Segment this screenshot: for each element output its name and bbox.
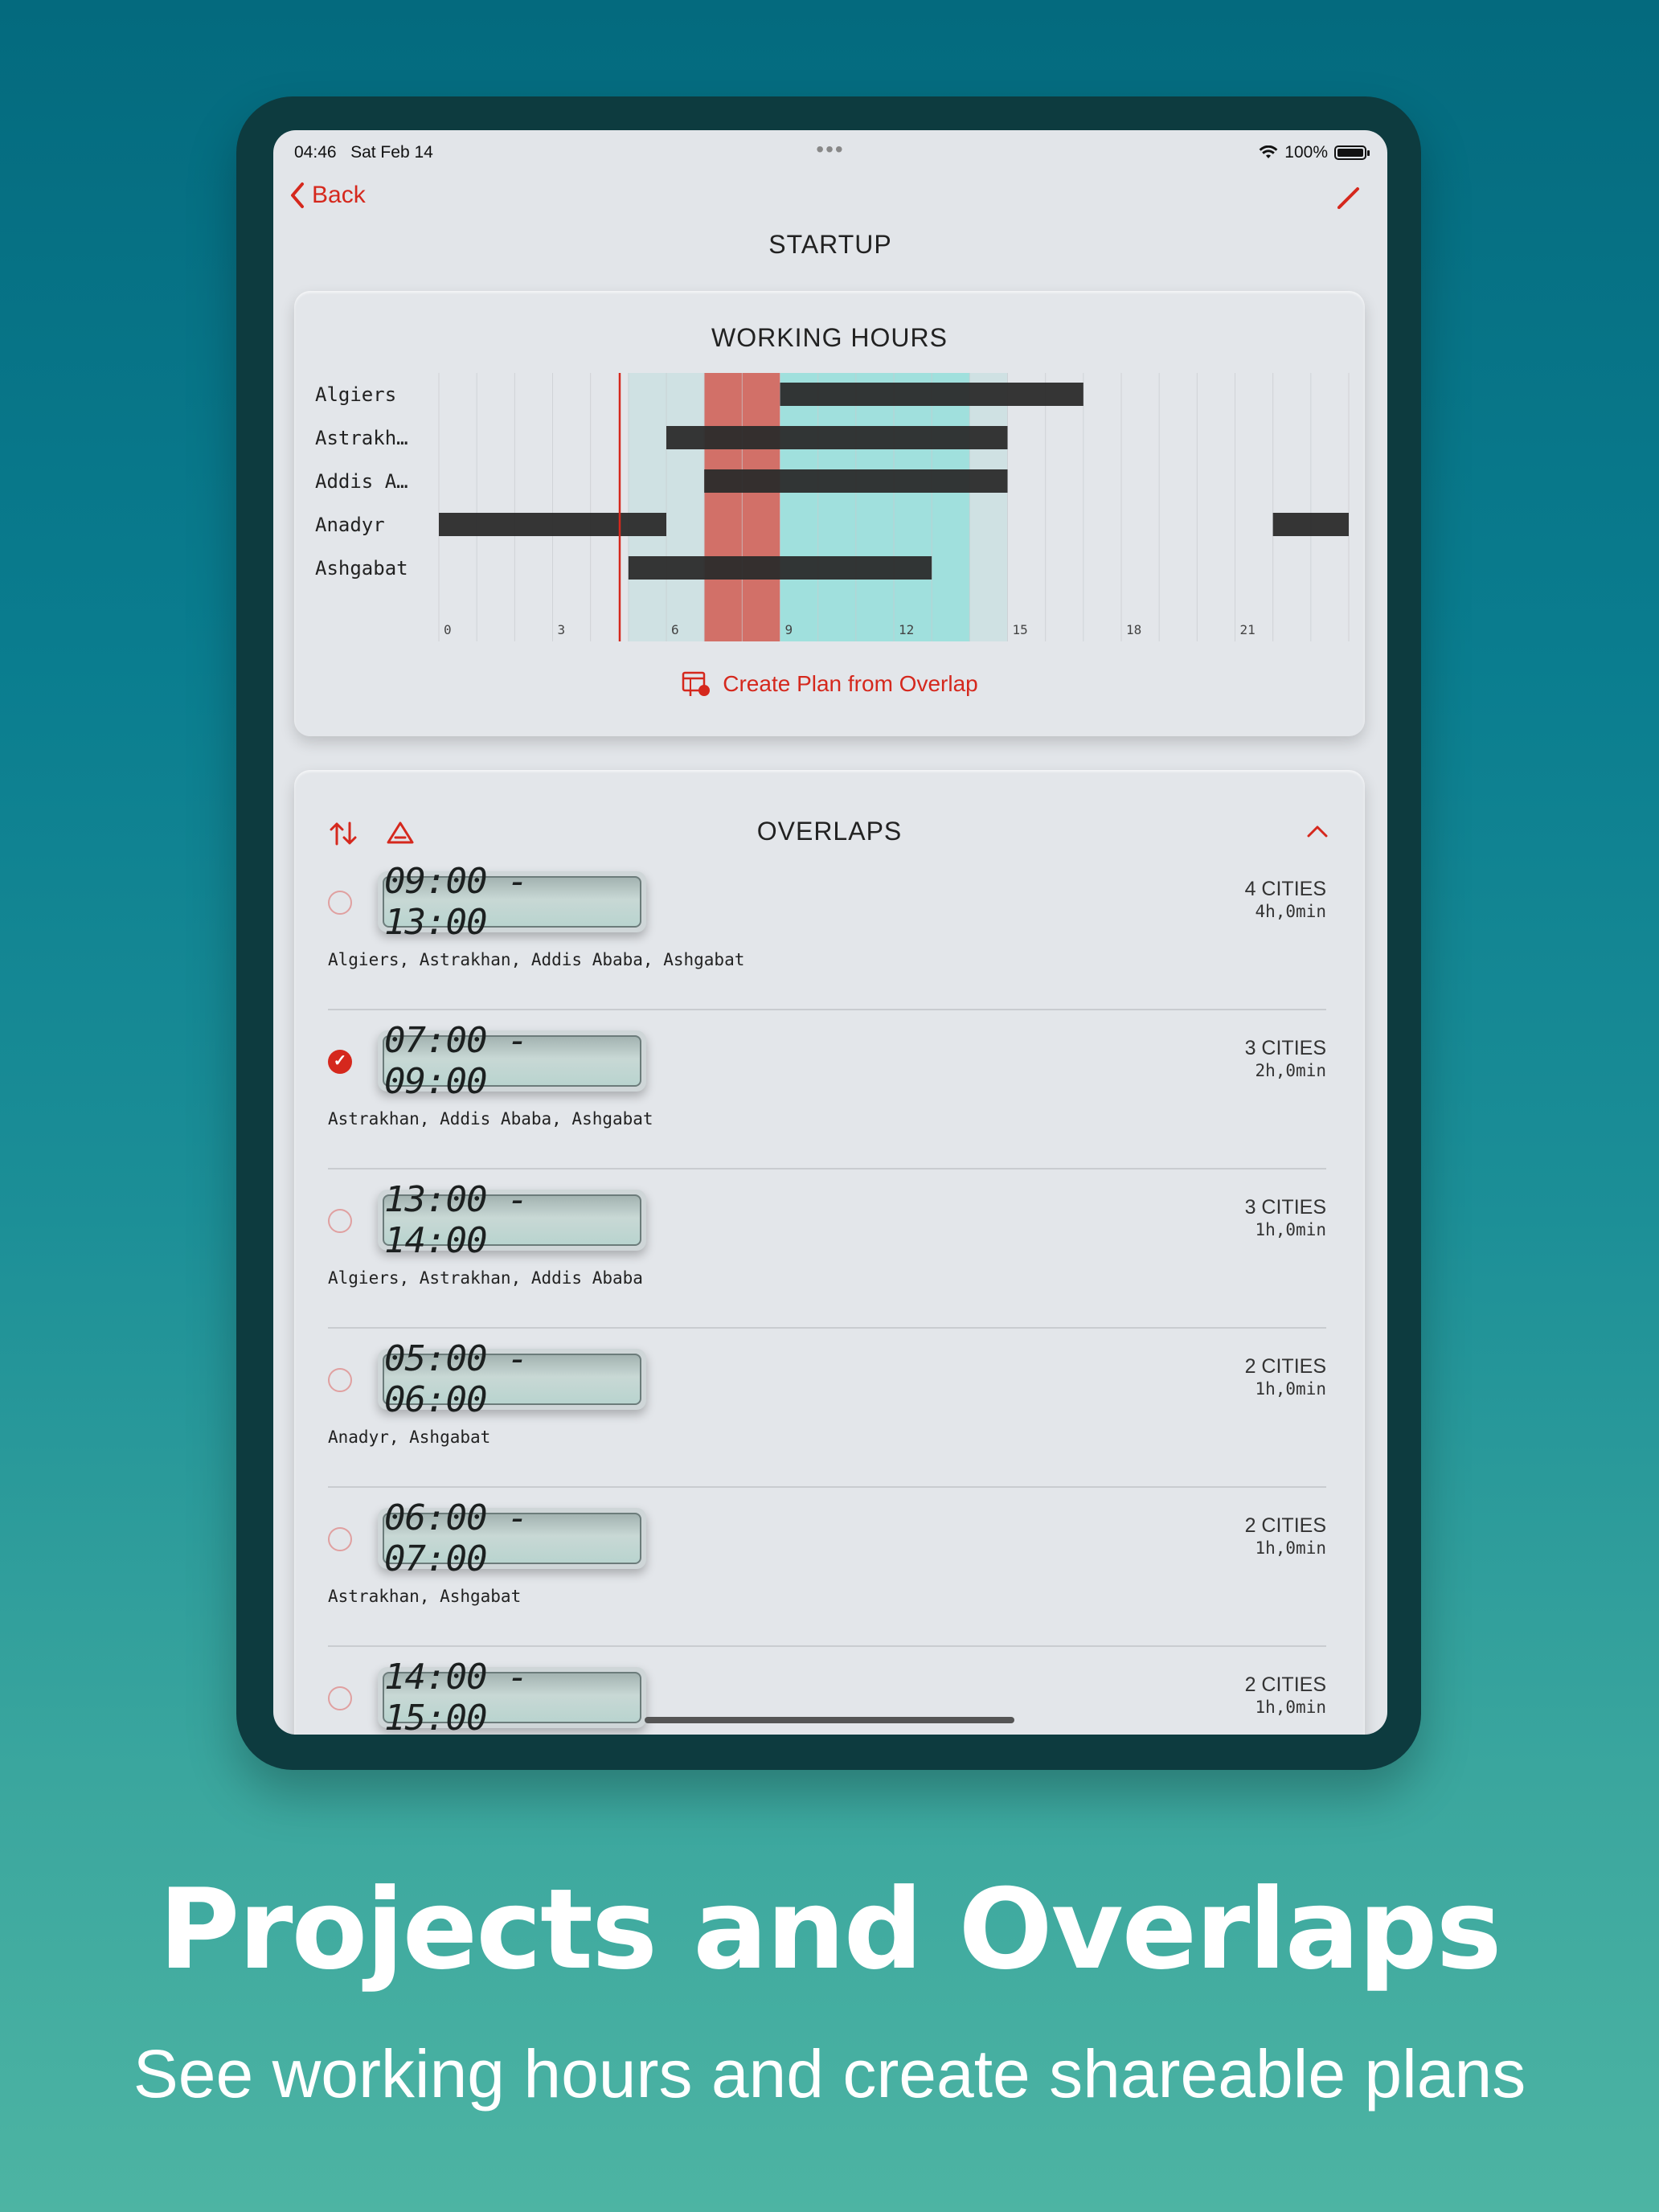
- time-range-display: 09:00 - 13:00: [378, 861, 646, 943]
- city-label: Anadyr: [315, 514, 385, 536]
- multitask-dots-icon[interactable]: •••: [816, 137, 844, 162]
- overlap-duration: 2h,0min: [1255, 1061, 1326, 1080]
- overlap-duration: 1h,0min: [1255, 1379, 1326, 1399]
- select-radio[interactable]: [328, 1209, 352, 1233]
- city-names: Anadyr, Ashgabat: [328, 1428, 491, 1447]
- overlap-row[interactable]: 07:00 - 09:00 3 CITIES 2h,0min Astrakhan, A…: [328, 1020, 1326, 1191]
- time-range: 14:00 - 15:00: [383, 1657, 641, 1735]
- back-chevron-icon: [291, 182, 304, 208]
- overlap-window-shade: [780, 373, 970, 641]
- city-names: Algiers, Astrakhan, Addis Ababa: [328, 1268, 643, 1288]
- city-names: Astrakhan, Addis Ababa, Ashgabat: [328, 1109, 653, 1129]
- back-label: Back: [312, 182, 366, 208]
- row-divider: [328, 1645, 1326, 1647]
- city-label: Astrakh…: [315, 427, 408, 449]
- working-hours-bar: [628, 556, 932, 580]
- select-radio[interactable]: [328, 891, 352, 915]
- time-range: 13:00 - 14:00: [383, 1179, 641, 1261]
- time-range-display: 06:00 - 07:00: [378, 1497, 646, 1579]
- x-tick-label: 0: [444, 622, 452, 637]
- city-count: 2 CITIES: [1244, 1514, 1326, 1537]
- select-radio[interactable]: [328, 1368, 352, 1392]
- select-radio[interactable]: [328, 1050, 352, 1074]
- page-title: STARTUP: [768, 230, 892, 259]
- city-label: Addis A…: [315, 470, 408, 493]
- collapse-button[interactable]: [1305, 823, 1329, 845]
- time-range-display: 13:00 - 14:00: [378, 1179, 646, 1261]
- working-hours-bar: [439, 513, 666, 536]
- row-divider: [328, 1486, 1326, 1488]
- time-range: 09:00 - 13:00: [383, 861, 641, 943]
- overlaps-title: OVERLAPS: [756, 817, 903, 846]
- city-count: 2 CITIES: [1244, 1673, 1326, 1696]
- overlap-row[interactable]: 09:00 - 13:00 4 CITIES 4h,0min Algiers, Ast…: [328, 861, 1326, 1032]
- working-hours-bar: [1272, 513, 1349, 536]
- overlaps-card: OVERLAPS 09:00 - 13:00 4 CITIES 4h,0min Alg…: [294, 770, 1365, 1735]
- create-plan-button[interactable]: Create Plan from Overlap: [294, 670, 1365, 698]
- x-tick-label: 6: [671, 622, 679, 637]
- status-bar: 04:46 Sat Feb 14 ••• 100%: [294, 137, 1370, 169]
- plan-icon: [682, 671, 711, 696]
- time-range-display: 05:00 - 06:00: [378, 1338, 646, 1420]
- city-count: 4 CITIES: [1244, 878, 1326, 900]
- overlap-row[interactable]: 13:00 - 14:00 3 CITIES 1h,0min Algiers, Ast…: [328, 1179, 1326, 1350]
- overlap-duration: 4h,0min: [1255, 902, 1326, 921]
- working-hours-card: WORKING HOURS Algiers Astrakh… Addis A… Ana…: [294, 291, 1365, 736]
- marketing-headline: Projects and Overlaps: [158, 1865, 1501, 1994]
- row-divider: [328, 1327, 1326, 1329]
- city-count: 3 CITIES: [1244, 1037, 1326, 1059]
- wifi-icon: [1259, 145, 1278, 158]
- x-tick-label: 21: [1240, 622, 1256, 637]
- overlap-duration: 1h,0min: [1255, 1220, 1326, 1239]
- working-hours-bar: [704, 469, 1008, 493]
- chevron-up-icon: [1307, 825, 1328, 838]
- x-tick-label: 12: [899, 622, 914, 637]
- x-tick-label: 18: [1126, 622, 1141, 637]
- pencil-icon: [1337, 187, 1359, 209]
- working-hours-chart: Algiers Astrakh… Addis A… Anadyr Ashgabat 0 3 6…: [315, 373, 1350, 641]
- marketing-subline: See working hours and create shareable p…: [133, 2036, 1526, 2112]
- x-tick-label: 15: [1013, 622, 1028, 637]
- city-label: Ashgabat: [315, 557, 408, 580]
- select-radio[interactable]: [328, 1527, 352, 1551]
- working-hours-bar: [666, 426, 1008, 449]
- back-button[interactable]: Back: [289, 182, 366, 209]
- overlap-row[interactable]: 06:00 - 07:00 2 CITIES 1h,0min Astrakhan, A…: [328, 1497, 1326, 1669]
- row-divider: [328, 1009, 1326, 1010]
- overlap-row[interactable]: 05:00 - 06:00 2 CITIES 1h,0min Anadyr, Ashg…: [328, 1338, 1326, 1509]
- city-names: Astrakhan, Ashgabat: [328, 1587, 522, 1606]
- city-label: Algiers: [315, 383, 396, 406]
- overlap-row[interactable]: 14:00 - 15:00 2 CITIES 1h,0min: [328, 1657, 1326, 1735]
- working-hours-bar: [780, 383, 1083, 406]
- overlap-duration: 1h,0min: [1255, 1698, 1326, 1717]
- select-radio[interactable]: [328, 1686, 352, 1710]
- city-count: 2 CITIES: [1244, 1355, 1326, 1378]
- x-tick-label: 9: [785, 622, 793, 637]
- time-range: 06:00 - 07:00: [383, 1497, 641, 1579]
- overlap-duration: 1h,0min: [1255, 1538, 1326, 1558]
- time-range-display: 07:00 - 09:00: [378, 1020, 646, 1102]
- create-plan-label: Create Plan from Overlap: [723, 671, 978, 696]
- time-range: 07:00 - 09:00: [383, 1020, 641, 1102]
- city-names: Algiers, Astrakhan, Addis Ababa, Ashgaba…: [328, 950, 745, 969]
- home-indicator[interactable]: [645, 1717, 1014, 1723]
- app-screen: 04:46 Sat Feb 14 ••• 100% Back STARTUP W…: [273, 130, 1387, 1735]
- row-divider: [328, 1168, 1326, 1169]
- time-range-display: 14:00 - 15:00: [378, 1657, 646, 1735]
- battery-percent: 100%: [1284, 143, 1328, 162]
- battery-icon: [1334, 145, 1370, 160]
- status-right: 100%: [1259, 143, 1370, 162]
- time-range: 05:00 - 06:00: [383, 1338, 641, 1420]
- city-count: 3 CITIES: [1244, 1196, 1326, 1219]
- status-time: 04:46 Sat Feb 14: [294, 143, 433, 162]
- x-tick-label: 3: [558, 622, 566, 637]
- edit-button[interactable]: [1334, 183, 1363, 216]
